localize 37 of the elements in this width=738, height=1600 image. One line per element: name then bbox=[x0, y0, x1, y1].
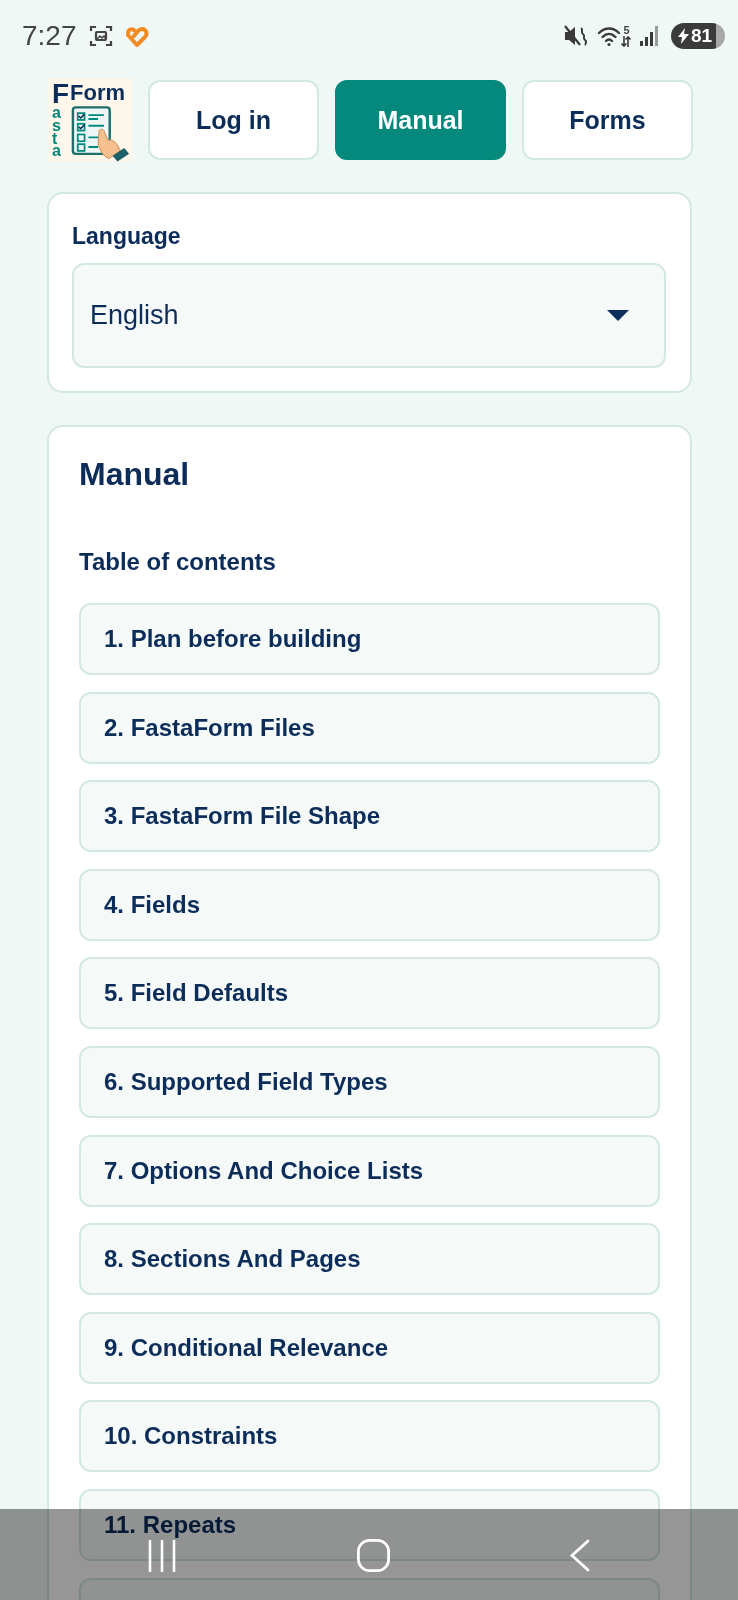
toc-link[interactable]: 3. FastaForm File Shape bbox=[79, 780, 660, 853]
language-select[interactable]: English bbox=[72, 263, 666, 368]
wifi-icon bbox=[597, 25, 621, 47]
app-logo[interactable]: FForm asta bbox=[48, 78, 132, 162]
logo-vertical-text: asta bbox=[52, 105, 62, 162]
charging-bolt-icon bbox=[677, 28, 689, 44]
toc-link[interactable]: 4. Fields bbox=[79, 868, 660, 941]
language-label: Language bbox=[72, 222, 182, 250]
screenshot-icon bbox=[88, 24, 113, 48]
battery-percentage: 81 bbox=[690, 26, 713, 46]
heart-icon bbox=[124, 25, 150, 47]
toc-link[interactable]: 6. Supported Field Types bbox=[79, 1045, 660, 1118]
dropdown-caret-icon bbox=[607, 310, 629, 321]
toc-heading: Table of contents bbox=[79, 548, 277, 576]
clipboard-hand-icon bbox=[70, 105, 132, 162]
toc-link[interactable]: 10. Constraints bbox=[79, 1400, 660, 1473]
back-icon[interactable] bbox=[569, 1539, 590, 1572]
language-value: English bbox=[90, 300, 179, 331]
home-icon[interactable] bbox=[356, 1539, 390, 1572]
data-arrows-icon bbox=[621, 36, 631, 47]
muted-speaker-icon bbox=[564, 25, 588, 47]
manual-title: Manual bbox=[79, 457, 191, 491]
logo-initial: F bbox=[52, 83, 70, 105]
status-time: 7:27 bbox=[22, 21, 77, 51]
toc-link[interactable]: 2. FastaForm Files bbox=[79, 691, 660, 764]
toc-link[interactable]: 11. Repeats bbox=[79, 1488, 660, 1561]
toc-link[interactable]: 1. Plan before building bbox=[79, 603, 660, 675]
nav-tab[interactable]: Manual bbox=[335, 80, 506, 160]
toc-link[interactable]: 5. Field Defaults bbox=[79, 957, 660, 1030]
toc-link[interactable]: 9. Conditional Relevance bbox=[79, 1311, 660, 1384]
logo-title: Form bbox=[70, 83, 126, 105]
nav-tab[interactable]: Forms bbox=[522, 80, 693, 160]
toc-link[interactable]: 8. Sections And Pages bbox=[79, 1223, 660, 1296]
wifi-band-label: 5 bbox=[623, 25, 630, 36]
nav-tab[interactable]: Log in bbox=[148, 80, 319, 160]
toc-link[interactable]: 7. Options And Choice Lists bbox=[79, 1134, 660, 1207]
recent-apps-icon[interactable] bbox=[147, 1539, 177, 1572]
